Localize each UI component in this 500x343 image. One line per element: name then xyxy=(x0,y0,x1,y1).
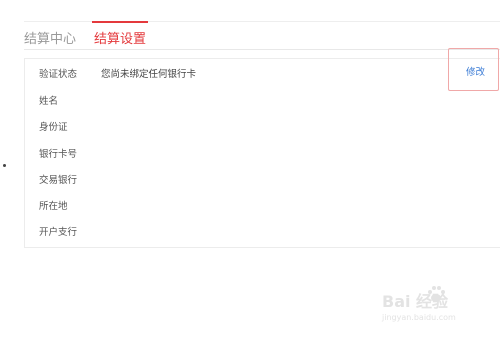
bank-info-panel: 验证状态 您尚未绑定任何银行卡 姓名 身份证 银行卡号 交易银行 所在地 开户支行 xyxy=(24,58,500,248)
verification-status-value: 您尚未绑定任何银行卡 xyxy=(101,69,197,80)
tab-divider xyxy=(24,49,500,50)
settlement-page: 结算中心 结算设置 验证状态 您尚未绑定任何银行卡 姓名 身份证 银行卡号 交易银… xyxy=(0,0,500,343)
field-label: 交易银行 xyxy=(39,175,78,186)
baidu-jingyan-watermark: Bai 经验 jingyan.baidu.com xyxy=(382,286,494,330)
watermark-url: jingyan.baidu.com xyxy=(382,313,456,322)
id-card-row: 身份证 xyxy=(39,120,101,136)
bank-card-number-row: 银行卡号 xyxy=(39,147,101,163)
tab-settlement-center[interactable]: 结算中心 xyxy=(24,22,76,49)
name-row: 姓名 xyxy=(39,94,101,110)
field-label: 所在地 xyxy=(39,201,68,212)
bullet-dot xyxy=(3,164,6,167)
verification-status-row: 验证状态 您尚未绑定任何银行卡 xyxy=(39,67,196,83)
field-label: 开户支行 xyxy=(39,227,78,238)
location-row: 所在地 xyxy=(39,199,101,215)
field-label: 银行卡号 xyxy=(39,149,78,160)
field-label: 身份证 xyxy=(39,122,68,133)
branch-row: 开户支行 xyxy=(39,225,101,241)
field-label: 姓名 xyxy=(39,96,59,107)
tab-settlement-settings[interactable]: 结算设置 xyxy=(92,21,149,49)
transaction-bank-row: 交易银行 xyxy=(39,173,101,189)
paw-icon xyxy=(428,286,445,302)
edit-link[interactable]: 修改 xyxy=(466,66,485,80)
tab-bar: 结算中心 结算设置 xyxy=(24,21,149,50)
field-label: 验证状态 xyxy=(39,69,78,80)
